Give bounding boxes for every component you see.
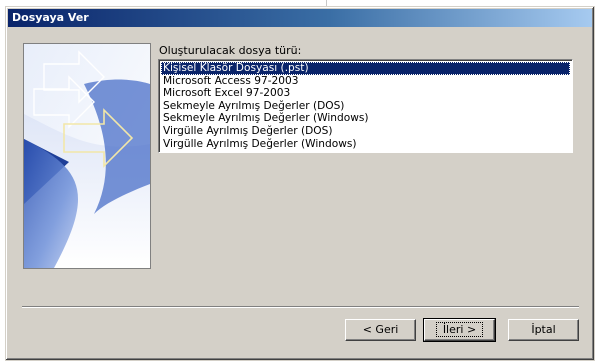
list-item-pst[interactable]: Kişisel Klasör Dosyası (.pst) bbox=[161, 62, 570, 75]
file-type-listbox[interactable]: Kişisel Klasör Dosyası (.pst) Microsoft … bbox=[158, 59, 573, 153]
list-item-csv-windows[interactable]: Virgülle Ayrılmış Değerler (Windows) bbox=[161, 138, 570, 151]
list-item-tab-windows[interactable]: Sekmeyle Ayrılmış Değerler (Windows) bbox=[161, 112, 570, 125]
next-button[interactable]: İleri > bbox=[423, 318, 496, 342]
list-item-excel[interactable]: Microsoft Excel 97-2003 bbox=[161, 87, 570, 100]
file-type-label: Oluşturulacak dosya türü: bbox=[159, 44, 302, 57]
window-title: Dosyaya Ver bbox=[12, 11, 89, 24]
list-item-csv-dos[interactable]: Virgülle Ayrılmış Değerler (DOS) bbox=[161, 125, 570, 138]
back-button-label: < Geri bbox=[362, 323, 399, 336]
wizard-graphic-icon bbox=[23, 43, 151, 269]
button-separator bbox=[22, 306, 579, 308]
export-wizard-dialog: Dosyaya Ver Oluşturulacak dosya türü: Ki… bbox=[5, 6, 595, 361]
title-bar[interactable]: Dosyaya Ver bbox=[8, 9, 592, 27]
list-item-access[interactable]: Microsoft Access 97-2003 bbox=[161, 75, 570, 88]
cancel-button-label: İptal bbox=[531, 323, 556, 336]
back-button[interactable]: < Geri bbox=[345, 319, 416, 341]
cancel-button[interactable]: İptal bbox=[508, 319, 579, 341]
list-item-tab-dos[interactable]: Sekmeyle Ayrılmış Değerler (DOS) bbox=[161, 100, 570, 113]
next-button-label: İleri > bbox=[435, 322, 484, 337]
